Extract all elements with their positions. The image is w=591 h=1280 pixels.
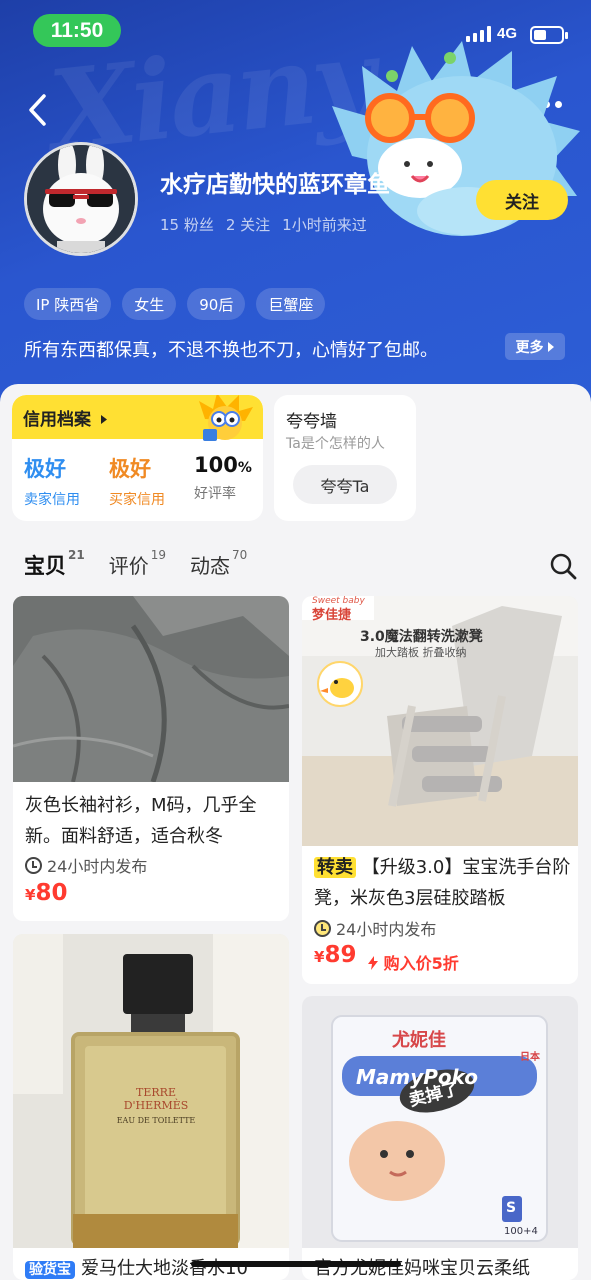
bio-more-button[interactable]: 更多 xyxy=(505,333,565,360)
follow-button[interactable]: 关注 xyxy=(476,180,568,220)
item-title: 官方尤妮佳妈咪宝贝云柔纸 xyxy=(314,1258,530,1279)
praise-button[interactable]: 夸夸Ta xyxy=(293,465,397,504)
profile-tags: IP 陕西省 女生 90后 巨蟹座 xyxy=(24,288,326,320)
profile-tabs: 宝贝 21 评价 19 动态 70 xyxy=(24,548,247,582)
img-count: 100+4 xyxy=(504,1226,538,1237)
item-price: ¥89 xyxy=(314,942,357,968)
tag-age: 90后 xyxy=(187,288,246,320)
seller-credit: 极好 卖家信用 xyxy=(24,457,80,508)
item-image: TERRE D'HERMÈS EAU DE TOILETTE xyxy=(13,934,289,1248)
img-country: 日本 xyxy=(520,1052,540,1063)
img-size: S xyxy=(506,1200,517,1216)
tab-reviews[interactable]: 评价 19 xyxy=(109,548,166,579)
clock-icon xyxy=(25,856,42,874)
content-sheet: 信用档案 极好 卖家信用 极好 买家信用 100% 好评率 夸夸墙 Ta是个怎样… xyxy=(0,384,591,1280)
buyer-credit: 极好 买家信用 xyxy=(109,457,165,508)
nickname: 水疗店勤快的蓝环章鱼 xyxy=(160,172,390,198)
triangle-right-icon xyxy=(100,415,107,424)
following-count[interactable]: 2 关注 xyxy=(226,214,270,235)
triangle-right-icon xyxy=(547,341,554,352)
avatar[interactable] xyxy=(24,142,138,256)
item-title: 转卖 【升级3.0】宝宝洗手台阶凳，米灰色3层硅胶踏板 xyxy=(314,857,571,909)
item-card[interactable]: 灰色长袖衬衫，M码，几乎全新。面料舒适，适合秋冬 24小时内发布 ¥80 xyxy=(13,596,289,921)
item-card[interactable]: 尤妮佳 MamyPoko 卖掉了 日本 S 100+4 官方尤妮佳妈咪宝贝云柔纸 xyxy=(302,996,578,1280)
praise-subtitle: Ta是个怎样的人 xyxy=(286,436,385,452)
img-brand: 尤妮佳 xyxy=(392,1030,446,1051)
credit-title: 信用档案 xyxy=(23,405,108,430)
item-image: Sweet baby 梦佳捷 3.0魔法翻转洗漱凳 加大踏板 折叠收纳 xyxy=(302,596,578,846)
praise-wall-card: 夸夸墙 Ta是个怎样的人 夸夸Ta xyxy=(274,395,416,521)
credit-card[interactable]: 信用档案 极好 卖家信用 极好 买家信用 100% 好评率 xyxy=(12,395,263,521)
tag-gender: 女生 xyxy=(122,288,177,320)
praise-title: 夸夸墙 xyxy=(286,412,337,432)
item-time: 24小时内发布 xyxy=(25,853,147,877)
purchase-discount: 购入价5折 xyxy=(368,950,459,974)
item-image: 尤妮佳 MamyPoko 卖掉了 日本 S 100+4 xyxy=(302,996,578,1248)
tag-zodiac: 巨蟹座 xyxy=(256,288,326,320)
verified-badge: 验货宝 xyxy=(25,1261,75,1279)
tag-ip: IP 陕西省 xyxy=(24,288,112,320)
img-brand: 梦佳捷 xyxy=(312,608,352,623)
item-image xyxy=(13,596,289,782)
back-icon[interactable] xyxy=(24,92,54,128)
img-type: EAU DE TOILETTE xyxy=(116,1116,196,1125)
item-title: 验货宝 爱马仕大地淡香水10 xyxy=(25,1254,248,1280)
tab-moments[interactable]: 动态 70 xyxy=(190,548,247,579)
profile-stats: 15 粉丝 2 关注 1小时前来过 xyxy=(160,214,367,235)
resale-badge: 转卖 xyxy=(314,857,356,878)
lightning-icon xyxy=(368,956,378,970)
item-time: 24小时内发布 xyxy=(314,916,436,940)
more-label: 更多 xyxy=(515,339,544,356)
bio: 所有东西都保真，不退不换也不刀，心情好了包邮。 xyxy=(24,340,438,361)
img-brand: TERRE D'HERMÈS xyxy=(123,1086,189,1112)
clock-icon xyxy=(314,919,331,937)
img-headline: 3.0魔法翻转洗漱凳 xyxy=(360,629,483,645)
item-title: 灰色长袖衬衫，M码，几乎全新。面料舒适，适合秋冬 xyxy=(25,795,257,847)
search-icon[interactable] xyxy=(549,552,577,580)
tab-items[interactable]: 宝贝 21 xyxy=(24,548,85,582)
fans-count[interactable]: 15 粉丝 xyxy=(160,214,214,235)
item-price: ¥80 xyxy=(25,880,68,906)
credit-mascot-icon xyxy=(199,395,253,441)
item-card[interactable]: TERRE D'HERMÈS EAU DE TOILETTE 验货宝 爱马仕大地淡… xyxy=(13,934,289,1280)
img-subline: 加大踏板 折叠收纳 xyxy=(375,646,467,659)
positive-rate: 100% 好评率 xyxy=(194,453,252,502)
status-time: 11:50 xyxy=(33,14,121,47)
last-seen: 1小时前来过 xyxy=(282,216,367,234)
home-indicator[interactable] xyxy=(191,1261,401,1267)
item-card[interactable]: Sweet baby 梦佳捷 3.0魔法翻转洗漱凳 加大踏板 折叠收纳 转卖 【… xyxy=(302,596,578,984)
